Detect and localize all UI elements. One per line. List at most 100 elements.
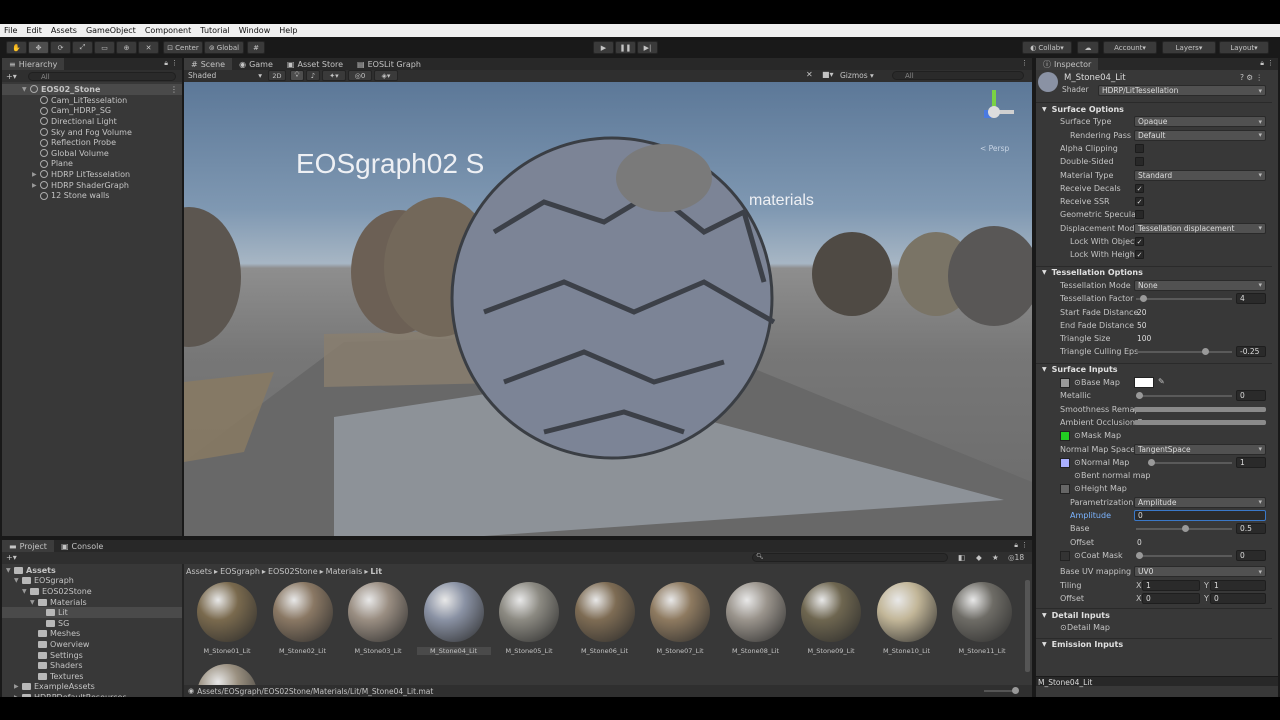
cloud-icon[interactable]: ☁ xyxy=(1077,41,1099,54)
foldout-arrow-icon[interactable]: ▼ xyxy=(1042,269,1047,276)
base-color-swatch[interactable] xyxy=(1134,377,1154,388)
projection-label[interactable]: < Persp xyxy=(980,144,1009,153)
tab-asset-store[interactable]: ▣ Asset Store xyxy=(279,58,351,70)
project-folder-item[interactable]: ▶ HDRPDefaultResources xyxy=(2,692,182,697)
collab-dropdown[interactable]: ◐ Collab ▾ xyxy=(1022,41,1072,54)
base-value[interactable]: 0.5 xyxy=(1236,523,1266,535)
texture-slot-icon[interactable] xyxy=(1060,457,1070,468)
breadcrumb-item[interactable]: EOS02Stone xyxy=(268,567,318,576)
smoothness-remap-range-slider[interactable] xyxy=(1134,406,1266,412)
shading-mode-dropdown[interactable]: Shaded ▾ xyxy=(186,71,264,81)
material-asset[interactable]: M_Stone11_Lit xyxy=(945,582,1012,656)
material-asset[interactable]: M_Stone02_Lit xyxy=(266,582,333,656)
material-asset[interactable]: M_Stone08_Lit xyxy=(719,582,786,656)
foldout-arrow-icon[interactable]: ▼ xyxy=(1042,366,1047,373)
geometric-specular-checkbox[interactable] xyxy=(1135,210,1144,220)
tiling-x[interactable]: 1 xyxy=(1142,579,1200,591)
tab-console[interactable]: ▣ Console xyxy=(53,540,111,552)
triangle-size-field[interactable]: 100 xyxy=(1134,333,1266,344)
hierarchy-item[interactable]: Cam_LitTesselation xyxy=(2,95,182,106)
triangle-culling-eps-slider[interactable] xyxy=(1136,348,1232,356)
project-search-input[interactable]: 🔍︎ xyxy=(752,553,948,562)
offset-field[interactable]: 0 xyxy=(1134,537,1266,548)
slider-knob[interactable] xyxy=(1136,551,1143,559)
panel-menu-icon[interactable]: ⋮ xyxy=(171,59,178,67)
material-asset[interactable]: M_Stone09_Lit xyxy=(794,582,861,656)
project-folder-item[interactable]: ▼ EOSgraph xyxy=(2,576,182,587)
foldout-arrow-icon[interactable]: ▼ xyxy=(1042,106,1047,113)
project-folder-item[interactable]: Meshes xyxy=(2,629,182,640)
normal-map-space-dropdown[interactable]: TangentSpace xyxy=(1134,443,1266,455)
lock-icon[interactable]: 🔒︎ xyxy=(1260,59,1264,68)
pause-button[interactable]: ❚❚ xyxy=(615,41,636,54)
material-asset[interactable]: M_Stone06_Lit xyxy=(568,582,635,656)
menu-component[interactable]: Component xyxy=(145,26,191,35)
texture-picker-icon[interactable]: ⊙ xyxy=(1074,471,1081,480)
camera-icon[interactable]: ■▾ xyxy=(822,70,834,79)
uv-offset-x[interactable]: 0 xyxy=(1142,592,1200,604)
lighting-icon[interactable]: 💡︎ xyxy=(290,70,304,81)
project-folder-item[interactable]: Settings xyxy=(2,650,182,661)
project-folder-item[interactable]: SG xyxy=(2,618,182,629)
hierarchy-item[interactable]: ▶ HDRP ShaderGraph xyxy=(2,180,182,191)
section-header[interactable]: ▼ Surface Options xyxy=(1036,102,1272,115)
material-asset[interactable]: M_Stone07_Lit xyxy=(643,582,710,656)
panel-menu-icon[interactable]: ⋮ xyxy=(1267,59,1274,67)
start-fade-distance-field[interactable]: 20 xyxy=(1134,307,1266,318)
hidden-packages-icon[interactable]: ◎18 xyxy=(1008,553,1024,562)
texture-picker-icon[interactable]: ⊙ xyxy=(1074,458,1081,467)
tiling-y[interactable]: 1 xyxy=(1210,579,1266,591)
breadcrumb-item[interactable]: Assets xyxy=(186,567,212,576)
normal-scale-value[interactable]: 1 xyxy=(1236,456,1266,468)
menu-tutorial[interactable]: Tutorial xyxy=(200,26,229,35)
expand-arrow-icon[interactable]: ▶ xyxy=(14,694,22,697)
scene-root-row[interactable]: ▼ EOS02_Stone ⋮ xyxy=(2,84,182,95)
scene-menu-icon[interactable]: ⋮ xyxy=(170,85,178,94)
scale-tool-icon[interactable]: ⤢ xyxy=(72,41,93,54)
ambient-occlusion-remap-range-slider[interactable] xyxy=(1134,419,1266,425)
base-slider[interactable] xyxy=(1136,525,1232,533)
lock-icon[interactable]: 🔒︎ xyxy=(164,59,168,68)
favorite-icon[interactable]: ★ xyxy=(992,553,999,562)
material-name[interactable]: M_Stone04_Lit xyxy=(1064,73,1126,83)
parametrization-dropdown[interactable]: Amplitude xyxy=(1134,496,1266,508)
project-folder-item[interactable]: Lit xyxy=(2,607,182,618)
project-folder-item[interactable]: ▼ EOS02Stone xyxy=(2,586,182,597)
triangle-culling-eps-value[interactable]: -0.25 xyxy=(1236,346,1266,358)
surface-type-dropdown[interactable]: Opaque xyxy=(1134,116,1266,128)
menu-help[interactable]: Help xyxy=(279,26,297,35)
metallic-slider[interactable] xyxy=(1136,392,1232,400)
project-folder-item[interactable]: ▼ Materials xyxy=(2,597,182,608)
add-icon[interactable]: +▾ xyxy=(6,72,17,81)
expand-arrow-icon[interactable]: ▼ xyxy=(22,588,30,595)
shader-dropdown[interactable]: HDRP/LitTessellation xyxy=(1098,85,1266,96)
material-asset[interactable]: M_Stone04_Lit xyxy=(416,582,491,656)
texture-slot-icon[interactable] xyxy=(1060,484,1070,495)
breadcrumb-item[interactable]: Materials xyxy=(326,567,363,576)
expand-arrow-icon[interactable]: ▼ xyxy=(22,86,30,93)
move-tool-icon[interactable]: ✥ xyxy=(28,41,49,54)
panel-menu-icon[interactable]: ⋮ xyxy=(1021,541,1028,549)
alpha-clipping-checkbox[interactable] xyxy=(1135,143,1144,153)
texture-slot-icon[interactable] xyxy=(1060,550,1070,561)
slider-knob[interactable] xyxy=(1148,458,1155,466)
breadcrumb-item[interactable]: Lit xyxy=(370,567,382,576)
scene-viewport[interactable]: EOSgraph02 S materials < Persp xyxy=(184,82,1032,536)
filter-label-icon[interactable]: ◆ xyxy=(976,553,982,562)
section-header[interactable]: ▼ Detail Inputs xyxy=(1036,608,1272,621)
hierarchy-item[interactable]: Global Volume xyxy=(2,148,182,159)
displacement-mode-dropdown[interactable]: Tessellation displacement xyxy=(1134,222,1266,234)
project-folder-item[interactable]: Textures xyxy=(2,671,182,682)
play-button[interactable]: ▶ xyxy=(593,41,614,54)
tessellation-factor-value[interactable]: 4 xyxy=(1236,293,1266,305)
uv-offset-y[interactable]: 0 xyxy=(1210,592,1266,604)
thumbnail-size-knob[interactable] xyxy=(1012,687,1019,694)
texture-picker-icon[interactable]: ⊙ xyxy=(1060,623,1067,632)
selected-asset-path[interactable]: Assets/EOSgraph/EOS02Stone/Materials/Lit… xyxy=(197,687,433,696)
hierarchy-item[interactable]: Directional Light xyxy=(2,116,182,127)
scene-search-input[interactable]: All xyxy=(892,71,1024,80)
pivot-global-button[interactable]: ⊚ Global xyxy=(204,41,244,54)
menu-gameobject[interactable]: GameObject xyxy=(86,26,136,35)
rect-tool-icon[interactable]: ▭ xyxy=(94,41,115,54)
effects-icon[interactable]: ✦▾ xyxy=(322,70,346,81)
